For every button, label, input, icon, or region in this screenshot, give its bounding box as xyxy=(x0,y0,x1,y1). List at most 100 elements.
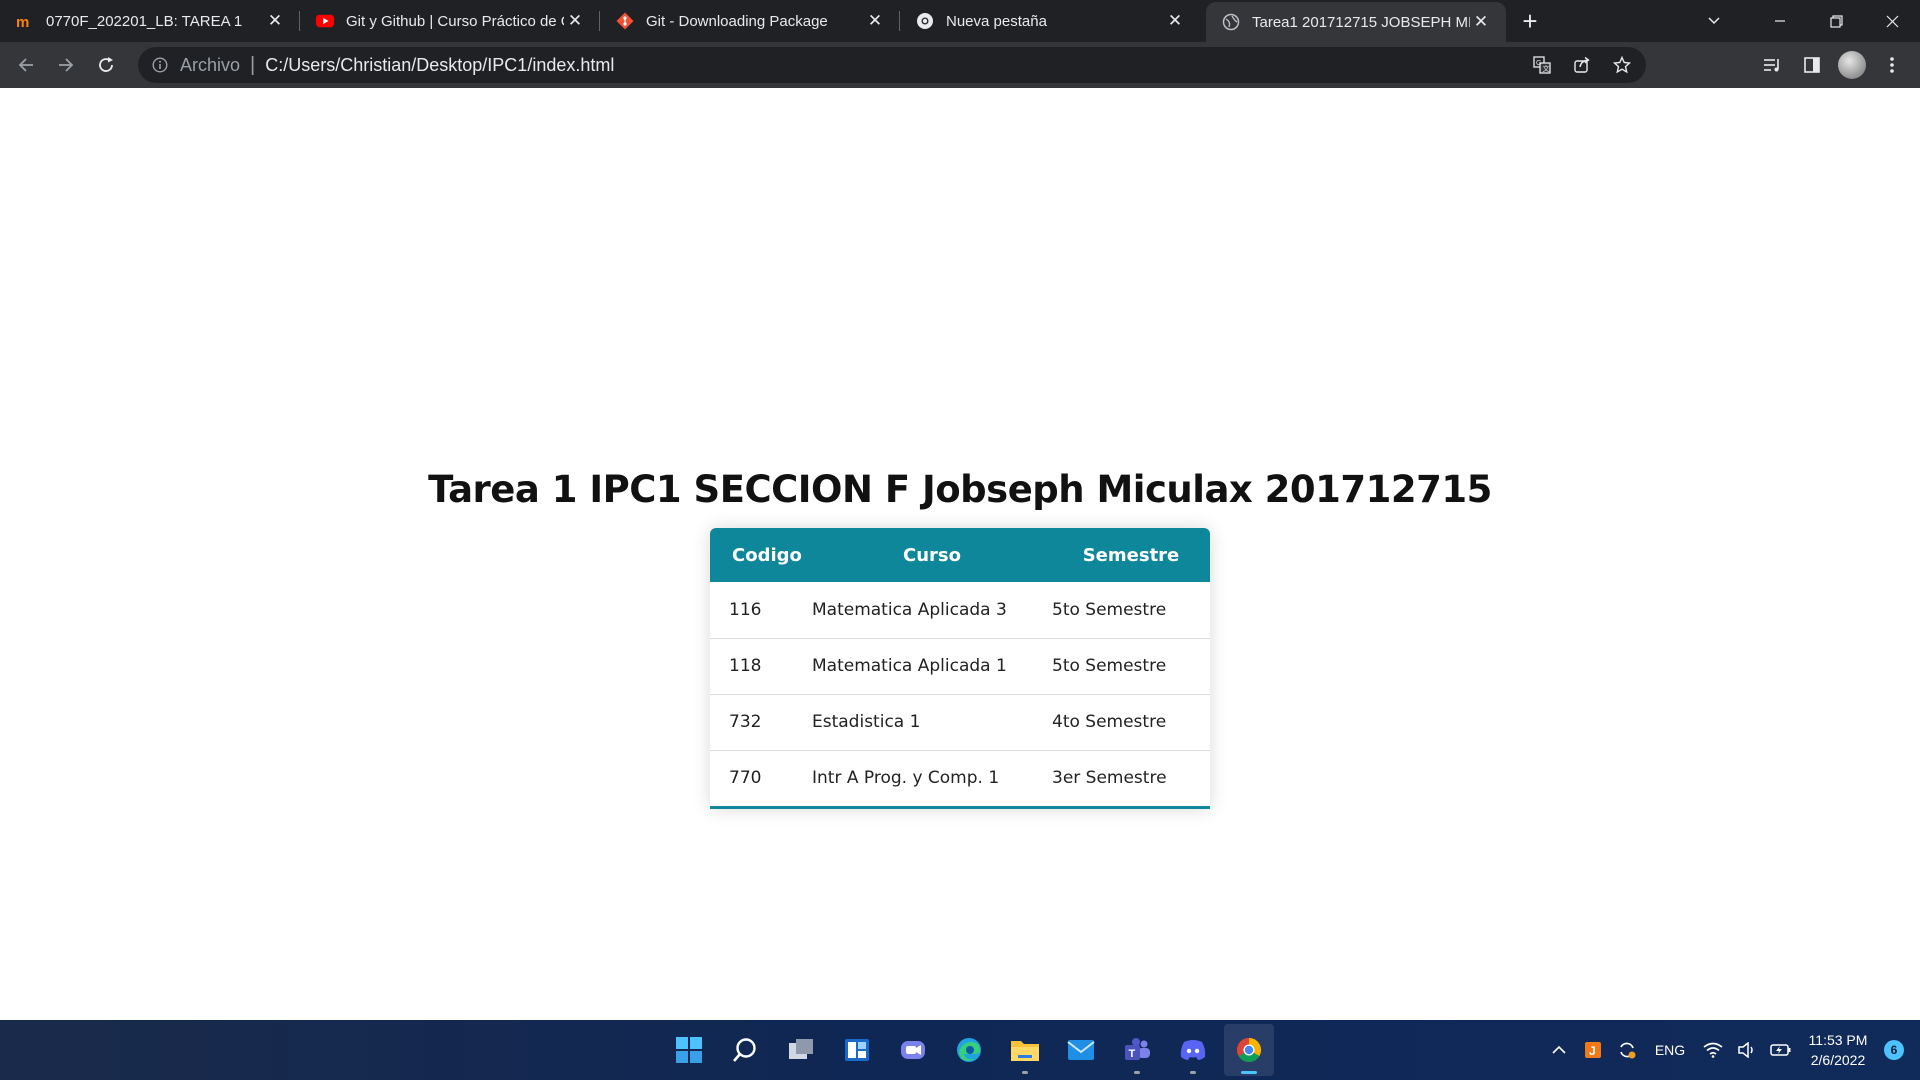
restore-icon[interactable] xyxy=(1808,0,1864,42)
page-content: Tarea 1 IPC1 SECCION F Jobseph Miculax 2… xyxy=(0,88,1920,1020)
tab-search-icon[interactable] xyxy=(1692,0,1736,42)
share-icon[interactable] xyxy=(1564,47,1600,83)
svg-text:T: T xyxy=(1129,1048,1136,1060)
cell-codigo: 116 xyxy=(710,582,812,639)
cell-curso: Matematica Aplicada 3 xyxy=(812,582,1052,639)
close-icon[interactable]: ✕ xyxy=(564,10,586,32)
file-explorer-icon[interactable] xyxy=(1000,1024,1050,1076)
address-divider: | xyxy=(250,53,256,76)
system-tray: J ENG 11:53 PM 2/6/2022 6 xyxy=(1542,1020,1920,1080)
teams-chat-icon[interactable] xyxy=(888,1024,938,1076)
close-window-icon[interactable] xyxy=(1864,0,1920,42)
cell-curso: Estadistica 1 xyxy=(812,694,1052,751)
chrome-icon xyxy=(916,12,934,30)
info-icon[interactable] xyxy=(150,55,170,75)
tab-title: 0770F_202201_LB: TAREA 1 xyxy=(46,12,243,30)
close-icon[interactable]: ✕ xyxy=(864,10,886,32)
reload-icon[interactable] xyxy=(86,45,126,85)
cell-curso: Intr A Prog. y Comp. 1 xyxy=(812,768,1000,789)
svg-text:G: G xyxy=(1536,60,1541,67)
courses-table: Codigo Curso Semestre 116 Matematica Apl… xyxy=(710,528,1210,809)
wifi-icon[interactable] xyxy=(1696,1030,1730,1070)
running-indicator xyxy=(1241,1071,1257,1074)
cell-semestre: 5to Semestre xyxy=(1052,638,1210,695)
table-header-row: Codigo Curso Semestre xyxy=(710,528,1210,582)
widgets-icon[interactable] xyxy=(832,1024,882,1076)
start-icon[interactable] xyxy=(664,1024,714,1076)
header-semestre: Semestre xyxy=(1082,544,1180,566)
taskbar-apps: T xyxy=(664,1024,1274,1076)
forward-icon[interactable] xyxy=(46,45,86,85)
volume-icon[interactable] xyxy=(1730,1030,1764,1070)
git-icon xyxy=(616,12,634,30)
moodle-icon: m xyxy=(16,12,34,30)
cell-codigo: 118 xyxy=(710,638,812,695)
header-curso: Curso xyxy=(903,544,961,566)
minimize-icon[interactable] xyxy=(1752,0,1808,42)
task-view-icon[interactable] xyxy=(776,1024,826,1076)
language-indicator[interactable]: ENG xyxy=(1644,1042,1696,1058)
menu-kebab-icon[interactable] xyxy=(1874,47,1910,83)
globe-icon xyxy=(1222,13,1240,31)
clock-time: 11:53 PM xyxy=(1808,1032,1868,1048)
omnibox-actions: G文 xyxy=(1524,47,1640,83)
running-indicator xyxy=(1022,1071,1028,1074)
tab-tarea1[interactable]: Tarea1 201712715 JOBSEPH MICU ✕ xyxy=(1206,2,1506,42)
cell-curso: Matematica Aplicada 1 xyxy=(812,638,1052,695)
clock[interactable]: 11:53 PM 2/6/2022 xyxy=(1798,1030,1878,1070)
close-icon[interactable]: ✕ xyxy=(1470,11,1492,33)
translate-icon[interactable]: G文 xyxy=(1524,47,1560,83)
battery-icon[interactable] xyxy=(1764,1030,1798,1070)
tab-title: Tarea1 201712715 JOBSEPH MICU xyxy=(1252,13,1470,31)
cell-codigo: 732 xyxy=(710,694,812,751)
tab-moodle[interactable]: m 0770F_202201_LB: TAREA 1 ✕ xyxy=(0,0,300,42)
close-icon[interactable]: ✕ xyxy=(264,10,286,32)
tab-title: Git y Github | Curso Práctico de G xyxy=(346,12,564,30)
table-row: 732 Estadistica 1 4to Semestre xyxy=(710,694,1210,751)
edge-icon[interactable] xyxy=(944,1024,994,1076)
notification-badge[interactable]: 6 xyxy=(1884,1040,1904,1060)
table-body: 116 Matematica Aplicada 3 5to Semestre 1… xyxy=(710,582,1210,806)
new-tab-button[interactable]: + xyxy=(1510,0,1550,42)
search-icon[interactable] xyxy=(720,1024,770,1076)
svg-text:J: J xyxy=(1589,1044,1596,1058)
toolbar-right xyxy=(1754,46,1910,84)
close-icon[interactable]: ✕ xyxy=(1164,10,1186,32)
cell-codigo: 770 xyxy=(729,768,762,789)
table-header: Codigo Curso Semestre xyxy=(710,528,1210,582)
clock-date: 2/6/2022 xyxy=(1810,1052,1866,1068)
address-bar[interactable]: Archivo | C:/Users/Christian/Desktop/IPC… xyxy=(138,47,1646,83)
profile-avatar[interactable] xyxy=(1834,47,1870,83)
teams-icon[interactable]: T xyxy=(1112,1024,1162,1076)
header-codigo: Codigo xyxy=(732,544,802,566)
tab-youtube[interactable]: Git y Github | Curso Práctico de G ✕ xyxy=(300,0,600,42)
browser-toolbar: Archivo | C:/Users/Christian/Desktop/IPC… xyxy=(0,42,1920,88)
tab-strip: m 0770F_202201_LB: TAREA 1 ✕ Git y Githu… xyxy=(0,0,1920,42)
tab-new-tab[interactable]: Nueva pestaña ✕ xyxy=(900,0,1200,42)
cell-semestre: 4to Semestre xyxy=(1052,694,1210,751)
bookmark-star-icon[interactable] xyxy=(1604,47,1640,83)
table-row: 770 Intr A Prog. y Comp. 1 3er Semestre xyxy=(710,750,1210,806)
table-row: 118 Matematica Aplicada 1 5to Semestre xyxy=(710,638,1210,695)
table: Codigo Curso Semestre 116 Matematica Apl… xyxy=(710,528,1210,806)
youtube-icon xyxy=(316,12,334,30)
side-panel-icon[interactable] xyxy=(1794,47,1830,83)
cell-semestre: 3er Semestre xyxy=(1052,768,1167,789)
page-title: Tarea 1 IPC1 SECCION F Jobseph Miculax 2… xyxy=(428,468,1492,511)
running-indicator xyxy=(1190,1071,1196,1074)
window-controls xyxy=(1752,0,1920,42)
chevron-up-icon[interactable] xyxy=(1542,1030,1576,1070)
avatar xyxy=(1838,51,1866,79)
back-icon[interactable] xyxy=(6,45,46,85)
sync-icon[interactable] xyxy=(1610,1030,1644,1070)
reading-list-icon[interactable] xyxy=(1754,47,1790,83)
tab-git[interactable]: Git - Downloading Package ✕ xyxy=(600,0,900,42)
url-text[interactable]: C:/Users/Christian/Desktop/IPC1/index.ht… xyxy=(265,55,614,76)
mail-icon[interactable] xyxy=(1056,1024,1106,1076)
tab-title: Git - Downloading Package xyxy=(646,12,828,30)
chrome-taskbar-icon[interactable] xyxy=(1224,1024,1274,1076)
java-update-icon[interactable]: J xyxy=(1576,1030,1610,1070)
discord-icon[interactable] xyxy=(1168,1024,1218,1076)
windows-taskbar: T J ENG 11:53 PM 2/6/2022 6 xyxy=(0,1020,1920,1080)
running-indicator xyxy=(1134,1071,1140,1074)
